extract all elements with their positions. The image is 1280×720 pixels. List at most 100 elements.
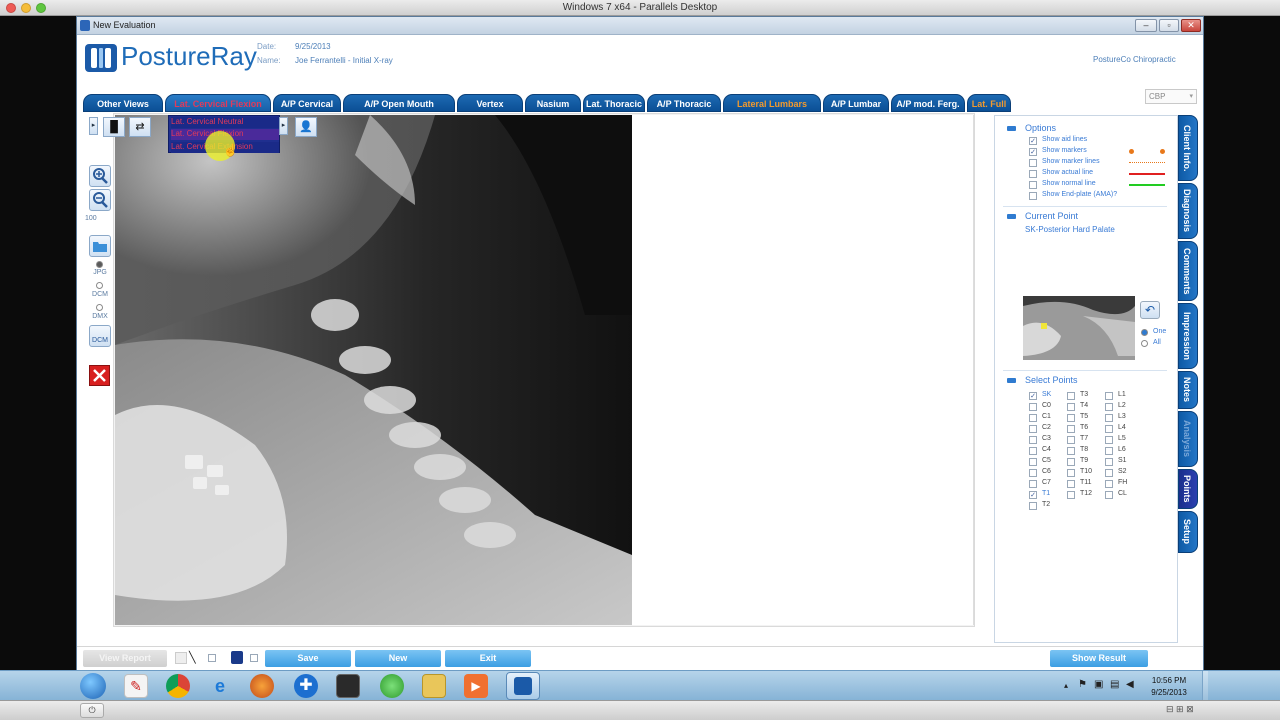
eraser-icon[interactable] (175, 652, 187, 664)
point-all-radio[interactable] (1141, 340, 1148, 347)
new-button[interactable]: New (355, 650, 441, 667)
point-checkbox[interactable] (1067, 403, 1075, 411)
view-report-button[interactable]: View Report (83, 650, 167, 667)
volume-icon[interactable]: ◀ (1126, 679, 1134, 690)
side-tab-client-info[interactable]: Client Info. (1178, 115, 1198, 181)
point-checkbox[interactable] (1067, 436, 1075, 444)
side-tab-setup[interactable]: Setup (1178, 511, 1198, 553)
zoom-in-icon[interactable] (89, 165, 111, 187)
lock-checkbox[interactable] (250, 654, 258, 662)
tab-other-views[interactable]: Other Views (83, 94, 163, 112)
point-checkbox[interactable] (1029, 425, 1037, 433)
option-checkbox[interactable] (1029, 170, 1037, 178)
person-icon[interactable]: 👤 (295, 117, 317, 137)
show-result-button[interactable]: Show Result (1050, 650, 1148, 667)
point-checkbox[interactable] (1029, 403, 1037, 411)
point-checkbox[interactable] (1105, 414, 1113, 422)
xray-image[interactable]: Lat. Cervical Neutral Lat. Cervical Flex… (115, 115, 632, 625)
comparison-canvas[interactable] (632, 115, 974, 625)
undo-icon[interactable]: ↶ (1140, 301, 1160, 319)
open-folder-icon[interactable] (89, 235, 111, 257)
network-icon[interactable]: ▣ (1094, 679, 1103, 690)
show-desktop-button[interactable] (1202, 671, 1208, 700)
close-button[interactable]: ✕ (1181, 19, 1201, 32)
side-tab-analysis[interactable]: Analysis (1178, 411, 1198, 467)
zoom-out-icon[interactable] (89, 189, 111, 211)
tab-ap-open-mouth[interactable]: A/P Open Mouth (343, 94, 455, 112)
point-checkbox[interactable] (1029, 436, 1037, 444)
flag-icon[interactable]: ⚑ (1078, 679, 1087, 690)
dcm-radio[interactable] (96, 282, 103, 289)
media-player-icon[interactable]: ▶ (464, 674, 488, 698)
host-controls-icon[interactable]: ⊟ ⊞ ⊠ (1166, 704, 1194, 715)
exit-button[interactable]: Exit (445, 650, 531, 667)
options-collapse-icon[interactable] (1007, 126, 1016, 131)
show-hidden-icon[interactable]: ▴ (1064, 681, 1068, 690)
explorer-icon[interactable] (422, 674, 446, 698)
tab-ap-cervical[interactable]: A/P Cervical (273, 94, 341, 112)
analysis-select[interactable]: CBP ▾ (1145, 89, 1197, 104)
point-checkbox[interactable] (1105, 425, 1113, 433)
select-points-collapse-icon[interactable] (1007, 378, 1016, 383)
messenger-icon[interactable] (380, 674, 404, 698)
point-checkbox[interactable] (1105, 480, 1113, 488)
tab-lateral-lumbars[interactable]: Lateral Lumbars (723, 94, 821, 112)
point-checkbox[interactable] (1029, 414, 1037, 422)
display-icon[interactable]: ▤ (1110, 679, 1119, 690)
postureray-taskbar-icon[interactable] (506, 672, 540, 700)
tab-lat-cervical-flexion[interactable]: Lat. Cervical Flexion (165, 94, 271, 112)
power-icon[interactable]: ⏻ (80, 703, 104, 718)
point-one-radio[interactable] (1141, 329, 1148, 336)
point-checkbox[interactable] (1067, 425, 1075, 433)
minimize-button[interactable]: ‒ (1135, 19, 1157, 32)
expand-right-button[interactable]: ▸ (279, 117, 288, 135)
clock-date[interactable]: 9/25/2013 (1144, 688, 1194, 697)
point-checkbox[interactable] (1029, 447, 1037, 455)
point-checkbox[interactable] (1105, 491, 1113, 499)
point-checkbox[interactable] (1029, 480, 1037, 488)
side-tab-comments[interactable]: Comments (1178, 241, 1198, 301)
jpg-radio[interactable] (96, 261, 103, 268)
dmx-radio[interactable] (96, 304, 103, 311)
option-checkbox[interactable]: ✓ (1029, 148, 1037, 156)
pen-icon[interactable]: ╲ (189, 651, 196, 664)
view-option-neutral[interactable]: Lat. Cervical Neutral (171, 117, 279, 128)
tab-vertex[interactable]: Vertex (457, 94, 523, 112)
tab-lat-full[interactable]: Lat. Full (967, 94, 1011, 112)
point-checkbox[interactable] (1105, 392, 1113, 400)
save-button[interactable]: Save (265, 650, 351, 667)
point-checkbox[interactable] (1067, 480, 1075, 488)
point-checkbox[interactable] (1067, 447, 1075, 455)
point-checkbox[interactable]: ✓ (1029, 491, 1037, 499)
point-checkbox[interactable] (1105, 469, 1113, 477)
point-checkbox[interactable] (1029, 502, 1037, 510)
lock-icon[interactable] (231, 651, 243, 664)
point-checkbox[interactable]: ✓ (1029, 392, 1037, 400)
tab-ap-mod-ferg[interactable]: A/P mod. Ferg. (891, 94, 965, 112)
point-checkbox[interactable] (1067, 469, 1075, 477)
point-checkbox[interactable] (1067, 458, 1075, 466)
start-orb-icon[interactable] (80, 673, 106, 699)
dcm-export-button[interactable]: DCM (89, 325, 111, 347)
side-tab-diagnosis[interactable]: Diagnosis (1178, 183, 1198, 239)
firefox-icon[interactable] (250, 674, 274, 698)
tab-nasium[interactable]: Nasium (525, 94, 581, 112)
tab-ap-lumbar[interactable]: A/P Lumbar (823, 94, 889, 112)
point-checkbox[interactable] (1029, 458, 1037, 466)
side-tab-notes[interactable]: Notes (1178, 371, 1198, 409)
option-checkbox[interactable] (1029, 181, 1037, 189)
chrome-icon[interactable] (166, 674, 190, 698)
paint-icon[interactable]: ✎ (124, 674, 148, 698)
tab-ap-thoracic[interactable]: A/P Thoracic (647, 94, 721, 112)
pen-checkbox[interactable] (208, 654, 216, 662)
option-checkbox[interactable] (1029, 159, 1037, 167)
side-tab-points[interactable]: Points (1178, 469, 1198, 509)
side-tab-impression[interactable]: Impression (1178, 303, 1198, 369)
point-checkbox[interactable] (1067, 491, 1075, 499)
ie-icon[interactable]: e (208, 674, 232, 698)
restore-button[interactable]: ▫ (1159, 19, 1179, 32)
point-checkbox[interactable] (1029, 469, 1037, 477)
point-checkbox[interactable] (1105, 403, 1113, 411)
point-checkbox[interactable] (1105, 436, 1113, 444)
swap-icon[interactable]: ⇄ (129, 117, 151, 137)
